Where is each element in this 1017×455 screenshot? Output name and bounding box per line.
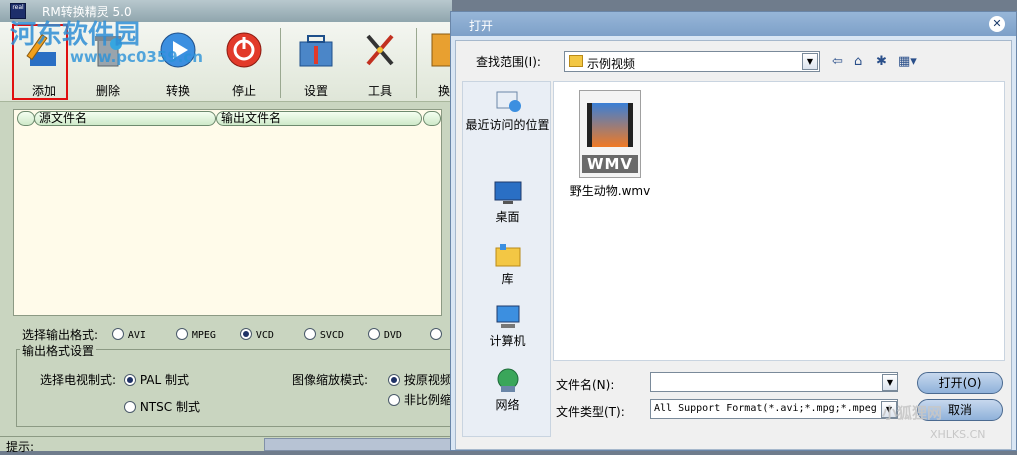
file-list-header: 源文件名 输出文件名 xyxy=(14,110,441,128)
file-type-badge: WMV xyxy=(582,155,638,173)
scale-option-original[interactable]: 按原视频 xyxy=(388,371,452,388)
scale-radio-nonproportional[interactable] xyxy=(388,394,400,406)
tv-radio-pal[interactable] xyxy=(124,374,136,386)
scissors-icon xyxy=(366,34,394,66)
output-format-label: 选择输出格式: xyxy=(22,328,99,342)
open-dialog: 打开 ✕ 查找范围(I): 示例视频 ▼ ⇦ ⌂ ✱ ▦▾ 最近访问的位置 桌面… xyxy=(450,11,1017,451)
scale-radio-original[interactable] xyxy=(388,374,400,386)
format-radio-avi[interactable] xyxy=(112,328,124,340)
delete-label: 删除 xyxy=(95,84,120,98)
header-select-all[interactable] xyxy=(17,111,35,126)
computer-icon xyxy=(496,305,519,328)
filetype-combo[interactable]: All Support Format(*.avi;*.mpg;*.mpeg ▼ xyxy=(650,399,898,419)
toolbox-icon xyxy=(299,35,333,67)
file-browser-pane[interactable]: WMV 野生动物.wmv xyxy=(553,81,1005,361)
dialog-titlebar[interactable]: 打开 ✕ xyxy=(451,12,1016,36)
app-window: real RM转换精灵 5.0 添加 删除 转换 停止 设置 工具 换 河东软件… xyxy=(0,0,452,454)
format-option-svcd[interactable]: SVCD xyxy=(304,327,344,341)
format-settings-group xyxy=(16,349,452,427)
chevron-down-icon[interactable]: ▼ xyxy=(802,53,818,70)
scale-mode-label: 图像缩放模式: xyxy=(292,373,369,387)
header-extra[interactable] xyxy=(423,111,441,126)
lookin-label: 查找范围(I): xyxy=(476,55,541,69)
stop-label: 停止 xyxy=(231,84,256,98)
tv-option-ntsc[interactable]: NTSC 制式 xyxy=(124,398,200,415)
file-list[interactable]: 源文件名 输出文件名 xyxy=(13,109,442,316)
format-option-vcd[interactable]: VCD xyxy=(240,327,274,341)
folder-icon xyxy=(569,55,583,67)
tv-radio-ntsc[interactable] xyxy=(124,401,136,413)
film-strip-icon xyxy=(587,103,633,147)
tools-button[interactable]: 工具 xyxy=(350,28,410,100)
desktop-icon xyxy=(494,181,521,204)
place-network[interactable]: 网络 xyxy=(463,366,552,413)
format-settings-title: 输出格式设置 xyxy=(20,342,97,359)
place-library[interactable]: 库 xyxy=(463,240,552,287)
more-button[interactable]: 换 xyxy=(420,28,452,100)
filetype-label: 文件类型(T): xyxy=(556,405,625,419)
file-name: 野生动物.wmv xyxy=(569,184,651,198)
video-file-icon: WMV xyxy=(579,90,641,178)
open-button[interactable]: 打开(O) xyxy=(917,372,1003,394)
place-desktop[interactable]: 桌面 xyxy=(463,178,552,225)
filetype-value: All Support Format(*.avi;*.mpg;*.mpeg xyxy=(654,403,877,414)
watermark-url: www.pc0359.cn xyxy=(70,48,203,66)
toolbar-divider xyxy=(416,28,417,98)
filename-input[interactable] xyxy=(650,372,898,392)
settings-label: 设置 xyxy=(303,84,328,98)
scale-option-nonproportional[interactable]: 非比例缩 xyxy=(388,391,452,408)
tv-standard-label: 选择电视制式: xyxy=(40,373,117,387)
recent-places-icon xyxy=(496,91,521,112)
place-recent[interactable]: 最近访问的位置 xyxy=(463,86,552,133)
format-option-mpeg[interactable]: MPEG xyxy=(176,327,216,341)
chevron-down-icon[interactable]: ▼ xyxy=(882,374,898,391)
place-computer[interactable]: 计算机 xyxy=(463,302,552,349)
format-option-dvd[interactable]: DVD xyxy=(368,327,402,341)
format-option-avi[interactable]: AVI xyxy=(112,327,146,341)
format-option-more[interactable] xyxy=(430,327,442,341)
brand-watermark-url: XHLKS.CN xyxy=(930,428,986,441)
dialog-title: 打开 xyxy=(469,19,494,33)
header-source-filename[interactable]: 源文件名 xyxy=(34,111,216,126)
format-radio-svcd[interactable] xyxy=(304,328,316,340)
lookin-combo[interactable]: 示例视频 ▼ xyxy=(564,51,820,72)
format-radio-mpeg[interactable] xyxy=(176,328,188,340)
network-icon xyxy=(497,368,518,392)
back-icon[interactable]: ⇦ xyxy=(832,54,843,70)
format-radio-more[interactable] xyxy=(430,328,442,340)
library-icon xyxy=(495,244,520,267)
view-menu-icon[interactable]: ▦▾ xyxy=(898,54,917,70)
lookin-value: 示例视频 xyxy=(587,57,636,71)
filename-label: 文件名(N): xyxy=(556,378,615,392)
header-output-filename[interactable]: 输出文件名 xyxy=(216,111,422,126)
tools-label: 工具 xyxy=(367,84,392,98)
toolbar-divider xyxy=(280,28,281,98)
status-label: 提示: xyxy=(6,440,35,454)
stop-button[interactable]: 停止 xyxy=(214,28,274,100)
places-bar: 最近访问的位置 桌面 库 计算机 网络 xyxy=(462,81,551,437)
up-folder-icon[interactable]: ⌂ xyxy=(854,54,862,70)
brand-watermark: 小狐狸网 xyxy=(882,404,943,422)
convert-label: 转换 xyxy=(165,84,190,98)
close-icon[interactable]: ✕ xyxy=(989,16,1005,32)
format-radio-dvd[interactable] xyxy=(368,328,380,340)
new-folder-icon[interactable]: ✱ xyxy=(876,54,887,70)
tv-option-pal[interactable]: PAL 制式 xyxy=(124,371,189,388)
settings-button[interactable]: 设置 xyxy=(286,28,346,100)
status-field xyxy=(264,438,452,451)
more-icon xyxy=(431,33,452,67)
format-radio-vcd[interactable] xyxy=(240,328,252,340)
power-stop-icon xyxy=(226,32,262,68)
dialog-body: 查找范围(I): 示例视频 ▼ ⇦ ⌂ ✱ ▦▾ 最近访问的位置 桌面 库 计算… xyxy=(455,40,1012,450)
file-item[interactable]: WMV 野生动物.wmv xyxy=(568,90,652,199)
watermark-text: 河东软件园 xyxy=(10,20,141,50)
